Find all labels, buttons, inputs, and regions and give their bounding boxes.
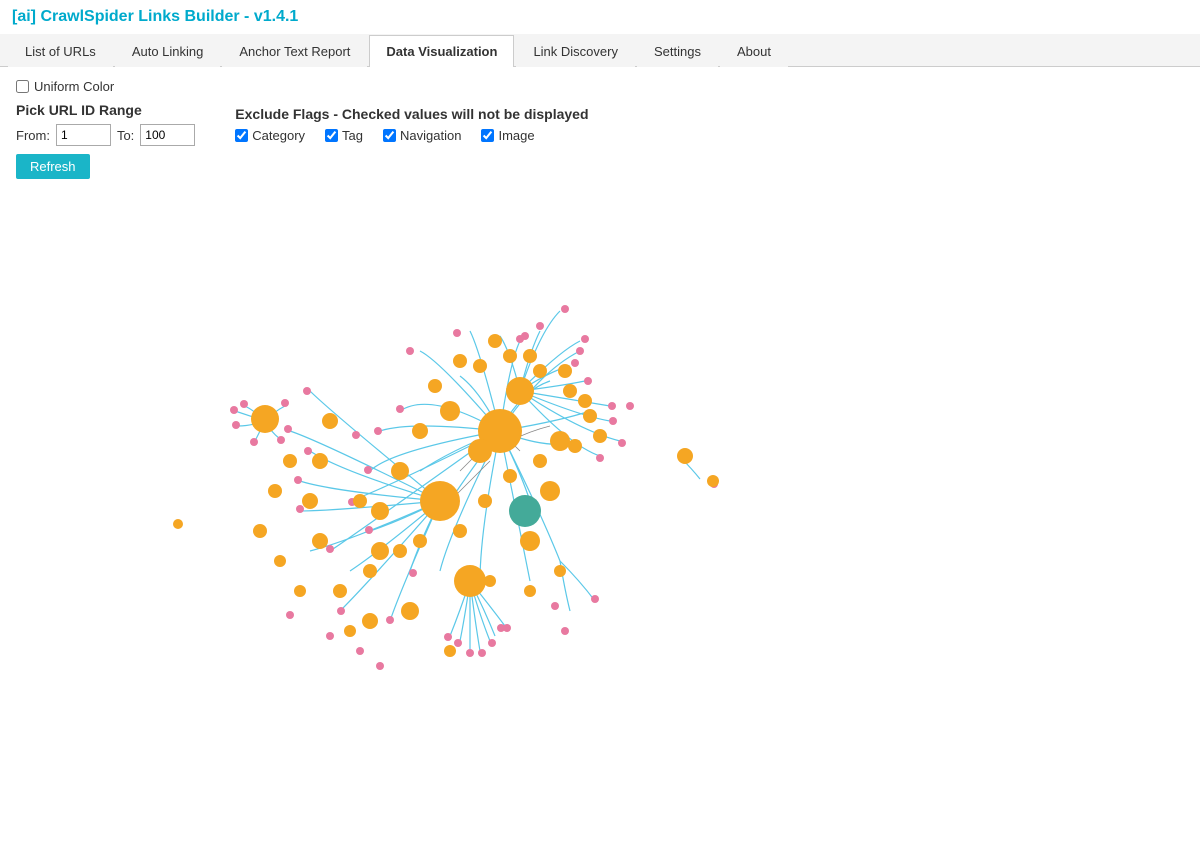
app-title: [ai] CrawlSpider Links Builder - v1.4.1 xyxy=(0,0,1200,34)
tab-link-discovery[interactable]: Link Discovery xyxy=(516,35,635,67)
main-content: Uniform Color Pick URL ID Range From: To… xyxy=(0,67,1200,683)
from-label: From: xyxy=(16,128,50,143)
uniform-color-row: Uniform Color xyxy=(16,79,1184,94)
tab-bar: List of URLs Auto Linking Anchor Text Re… xyxy=(0,34,1200,67)
exclude-flags-title: Exclude Flags - Checked values will not … xyxy=(235,106,588,122)
flag-tag-checkbox[interactable] xyxy=(325,129,338,142)
tab-settings[interactable]: Settings xyxy=(637,35,718,67)
left-controls: Pick URL ID Range From: To: Refresh xyxy=(16,102,195,179)
from-input[interactable] xyxy=(56,124,111,146)
flag-image-checkbox[interactable] xyxy=(481,129,494,142)
to-label: To: xyxy=(117,128,134,143)
to-input[interactable] xyxy=(140,124,195,146)
controls-row: Pick URL ID Range From: To: Refresh Excl… xyxy=(16,102,1184,179)
flag-category[interactable]: Category xyxy=(235,128,305,143)
special-node xyxy=(509,495,541,527)
right-controls: Exclude Flags - Checked values will not … xyxy=(235,102,588,143)
flags-row: Category Tag Navigation Image xyxy=(235,128,588,143)
flag-image[interactable]: Image xyxy=(481,128,534,143)
visualization-area xyxy=(16,191,1184,671)
exclude-flags-section: Exclude Flags - Checked values will not … xyxy=(235,106,588,143)
tab-data-visualization[interactable]: Data Visualization xyxy=(369,35,514,67)
tab-about[interactable]: About xyxy=(720,35,788,67)
flag-navigation[interactable]: Navigation xyxy=(383,128,461,143)
flag-navigation-checkbox[interactable] xyxy=(383,129,396,142)
tab-auto-linking[interactable]: Auto Linking xyxy=(115,35,221,67)
pick-url-id-range-title: Pick URL ID Range xyxy=(16,102,195,118)
network-graph xyxy=(16,191,1184,671)
uniform-color-label[interactable]: Uniform Color xyxy=(16,79,1184,94)
refresh-button[interactable]: Refresh xyxy=(16,154,90,179)
tab-list-of-urls[interactable]: List of URLs xyxy=(8,35,113,67)
uniform-color-checkbox[interactable] xyxy=(16,80,29,93)
flag-category-checkbox[interactable] xyxy=(235,129,248,142)
flag-tag[interactable]: Tag xyxy=(325,128,363,143)
range-row: From: To: xyxy=(16,124,195,146)
tab-anchor-text-report[interactable]: Anchor Text Report xyxy=(222,35,367,67)
